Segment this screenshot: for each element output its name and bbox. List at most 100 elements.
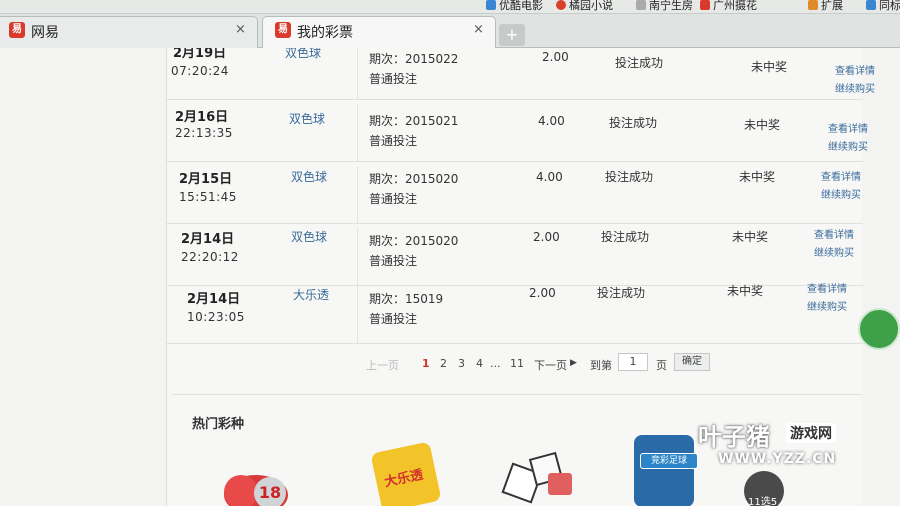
view-detail-link[interactable]: 查看详情 <box>828 120 868 135</box>
order-row: 2月14日 22:20:12 双色球 期次：2015020 普通投注 2.00 … <box>167 228 863 286</box>
close-icon[interactable]: × <box>235 22 246 37</box>
football-shirt-icon[interactable]: 竞彩足球 <box>634 435 698 506</box>
bookmark-item[interactable]: 广州摄花 <box>700 0 757 13</box>
order-issue: 期次：2015020 <box>369 172 459 186</box>
order-row: 2月14日 10:23:05 大乐透 期次：15019 普通投注 2.00 投注… <box>167 284 863 344</box>
grid-icon <box>866 0 876 10</box>
chip-icon <box>548 473 572 495</box>
dice-icon[interactable] <box>501 451 572 506</box>
floating-help-icon[interactable] <box>858 308 900 350</box>
order-issue: 期次：15019 <box>369 292 444 306</box>
goto-label: 到第 <box>590 359 612 372</box>
order-result: 未中奖 <box>732 230 769 244</box>
close-icon[interactable]: × <box>473 22 484 37</box>
order-issue: 期次：2015022 <box>369 52 459 66</box>
goto-page-input[interactable]: 1 <box>618 353 648 371</box>
order-mode: 普通投注 <box>369 72 418 86</box>
order-result: 未中奖 <box>727 284 764 298</box>
page-4[interactable]: 4 <box>476 357 483 370</box>
ball-number: 18 <box>254 477 286 506</box>
rebuy-link[interactable]: 继续购买 <box>835 80 875 95</box>
ssq-balls-icon[interactable]: 18 <box>224 475 288 506</box>
order-issue: 期次：2015021 <box>369 114 459 128</box>
goto-confirm-button[interactable]: 确定 <box>674 353 710 371</box>
order-amount: 2.00 <box>533 230 560 244</box>
extensions-button[interactable]: 扩展 <box>808 0 843 13</box>
tab-netease[interactable]: 易 网易 × <box>0 16 258 48</box>
watermark-url: WWW.YZZ.CN <box>718 451 837 467</box>
order-amount: 2.00 <box>529 286 556 300</box>
page-icon <box>636 0 646 10</box>
order-row: 2月19日 07:20:24 双色球 期次：2015022 普通投注 2.00 … <box>167 48 875 100</box>
divider <box>357 48 358 100</box>
order-time: 22:13:35 <box>175 126 233 140</box>
order-date: 2月14日 <box>187 292 241 307</box>
order-mode: 普通投注 <box>369 134 418 148</box>
new-tab-button[interactable]: + <box>499 24 525 46</box>
order-mode: 普通投注 <box>369 312 418 326</box>
bookmark-item[interactable]: 优酷电影 <box>486 0 543 13</box>
order-status: 投注成功 <box>601 230 650 244</box>
tab-bar: 易 网易 × 易 我的彩票 × + <box>0 14 900 49</box>
order-status: 投注成功 <box>615 56 664 70</box>
tab-title: 网易 <box>31 25 59 41</box>
watermark-logo: 叶子猪 <box>698 423 770 451</box>
rebuy-link[interactable]: 继续购买 <box>814 244 854 259</box>
order-status: 投注成功 <box>609 116 658 130</box>
order-amount: 2.00 <box>542 50 569 64</box>
dlt-star-icon[interactable]: 大乐透 <box>370 441 442 506</box>
order-issue: 期次：2015020 <box>369 234 459 248</box>
section-title: 热门彩种 <box>192 417 245 432</box>
game-link[interactable]: 双色球 <box>291 228 327 245</box>
page-ellipsis: ... <box>490 357 501 370</box>
page-2[interactable]: 2 <box>440 357 447 370</box>
rebuy-link[interactable]: 继续购买 <box>821 186 861 201</box>
view-detail-link[interactable]: 查看详情 <box>807 280 847 295</box>
bookmarks-bar: 优酷电影 橘园小说 南宁生房 广州摄花 扩展 同标 <box>0 0 900 14</box>
order-result: 未中奖 <box>739 170 776 184</box>
order-status: 投注成功 <box>597 286 646 300</box>
order-mode: 普通投注 <box>369 254 418 268</box>
video-icon <box>486 0 496 10</box>
view-detail-link[interactable]: 查看详情 <box>814 226 854 241</box>
order-date: 2月15日 <box>179 172 233 187</box>
page-3[interactable]: 3 <box>458 357 465 370</box>
watermark-tag: 游戏网 <box>786 423 836 443</box>
order-status: 投注成功 <box>605 170 654 184</box>
bookmark-item[interactable]: 橘园小说 <box>556 0 613 13</box>
view-detail-link[interactable]: 查看详情 <box>835 62 875 77</box>
pagination: 上一页 1 2 3 4 ... 11 下一页 ▶ 到第 1 页 确定 <box>190 353 710 375</box>
order-date: 2月14日 <box>181 232 235 247</box>
11x5-label: 11选5 <box>748 497 778 506</box>
bookmark-item[interactable]: 同标 <box>866 0 900 13</box>
order-result: 未中奖 <box>751 60 788 74</box>
game-link[interactable]: 双色球 <box>285 48 321 61</box>
order-row: 2月15日 15:51:45 双色球 期次：2015020 普通投注 4.00 … <box>167 166 863 224</box>
taobao-icon <box>700 0 710 10</box>
next-page-button[interactable]: 下一页 <box>534 357 567 373</box>
football-label: 竞彩足球 <box>640 453 698 469</box>
bookmark-item[interactable]: 南宁生房 <box>636 0 693 13</box>
prev-page-button[interactable]: 上一页 <box>366 357 399 373</box>
game-link[interactable]: 双色球 <box>291 168 327 185</box>
order-mode: 普通投注 <box>369 192 418 206</box>
11x5-icon[interactable]: 11选5 <box>744 471 784 506</box>
game-link[interactable]: 大乐透 <box>293 286 329 303</box>
order-result: 未中奖 <box>744 118 781 132</box>
page-1[interactable]: 1 <box>422 357 430 370</box>
rebuy-link[interactable]: 继续购买 <box>828 138 868 153</box>
game-link[interactable]: 双色球 <box>289 110 325 127</box>
rebuy-link[interactable]: 继续购买 <box>807 298 847 313</box>
tab-my-lottery[interactable]: 易 我的彩票 × <box>262 16 496 49</box>
order-row: 2月16日 22:13:35 双色球 期次：2015021 普通投注 4.00 … <box>167 104 868 162</box>
order-time: 22:20:12 <box>181 250 239 264</box>
page-last[interactable]: 11 <box>510 357 524 370</box>
view-detail-link[interactable]: 查看详情 <box>821 168 861 183</box>
next-arrow-icon[interactable]: ▶ <box>570 358 577 368</box>
divider <box>357 286 358 344</box>
extensions-icon <box>808 0 818 10</box>
netease-logo-icon: 易 <box>9 22 25 38</box>
order-time: 07:20:24 <box>171 64 229 78</box>
page-content: 2月19日 07:20:24 双色球 期次：2015022 普通投注 2.00 … <box>0 48 900 506</box>
order-amount: 4.00 <box>536 170 563 184</box>
